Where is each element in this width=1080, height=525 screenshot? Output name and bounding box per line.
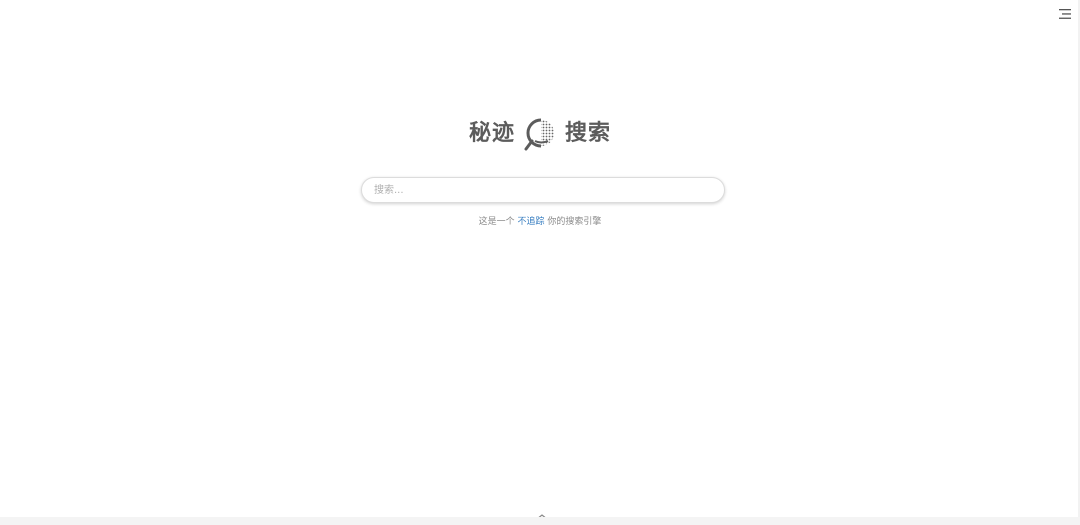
magnifier-logo-icon	[524, 118, 554, 151]
search-box	[361, 177, 725, 203]
menu-button[interactable]	[1058, 6, 1072, 20]
logo-text-left: 秘迹	[468, 121, 515, 146]
scroll-up-button[interactable]	[535, 507, 549, 520]
tagline-suffix: 你的搜索引擎	[547, 217, 602, 227]
logo-text-right: 搜索	[565, 121, 612, 146]
bottom-bar	[0, 517, 1080, 525]
site-logo[interactable]: 秘迹 搜索	[0, 114, 1080, 154]
search-input[interactable]	[361, 177, 725, 203]
tagline-prefix: 这是一个	[478, 217, 515, 227]
tagline: 这是一个 不追踪 你的搜索引擎	[0, 214, 1080, 227]
menu-icon	[1059, 9, 1071, 19]
page: 秘迹 搜索 这是一个 不追踪 你的搜索引擎	[0, 0, 1080, 525]
no-tracking-link[interactable]: 不追踪	[517, 217, 544, 227]
